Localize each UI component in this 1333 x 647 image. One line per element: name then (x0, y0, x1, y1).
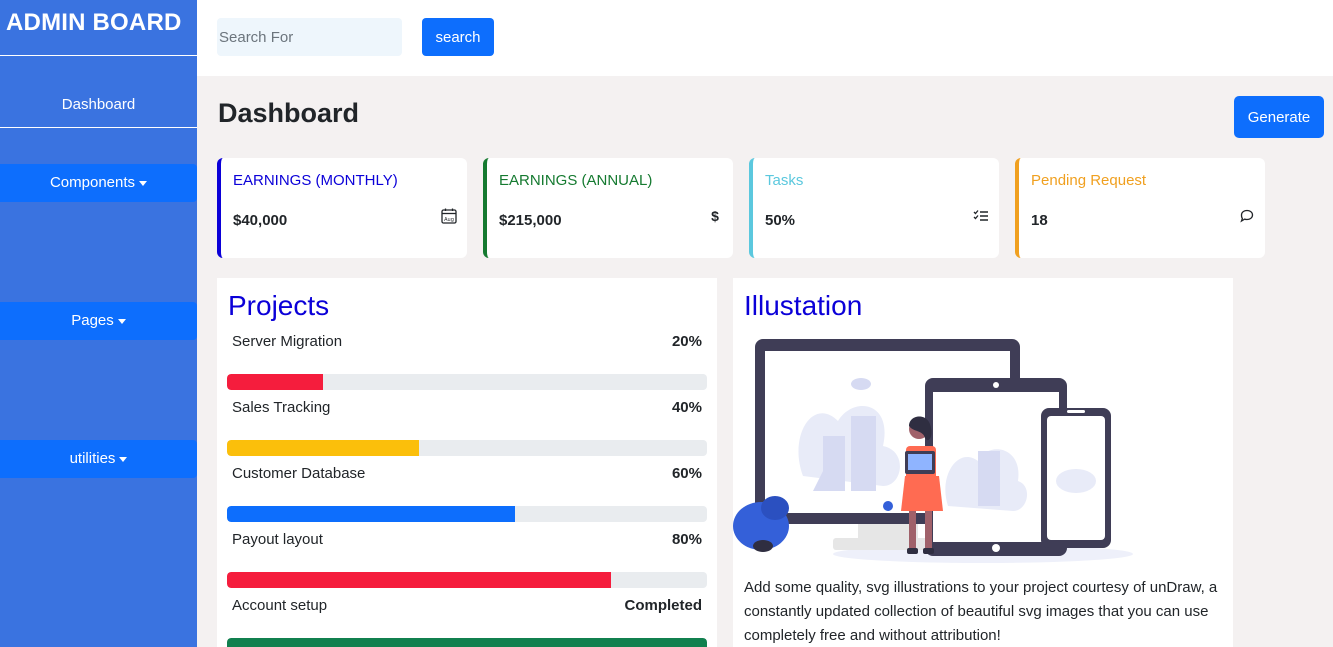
project-name: Sales Tracking (232, 399, 331, 416)
projects-panel: Projects Server Migration 20% Sales Trac… (217, 278, 717, 647)
sidebar-item-label: utilities (69, 450, 116, 467)
card-label: Tasks (765, 172, 804, 189)
calendar-icon: Aug (441, 208, 457, 224)
progress-fill (227, 638, 707, 647)
card-label: Pending Request (1031, 172, 1147, 189)
progress-fill (227, 572, 611, 588)
tasks-card: Tasks 50% (749, 158, 999, 258)
card-label: EARNINGS (ANNUAL) (499, 172, 653, 189)
devices-illustration (733, 339, 1133, 563)
illustration-panel: Illustation Add some quality, svg illust… (733, 278, 1233, 647)
search-input[interactable] (217, 18, 402, 56)
project-percent: 60% (671, 465, 702, 482)
sidebar-item-dashboard[interactable]: Dashboard (0, 84, 197, 128)
project-percent: Completed (624, 597, 702, 614)
project-percent: 40% (671, 399, 702, 416)
checklist-icon (973, 208, 989, 224)
project-name: Customer Database (232, 465, 366, 482)
illustration-title: Illustation (744, 290, 863, 321)
progress-bar (227, 506, 707, 522)
progress-bar (227, 638, 707, 647)
card-label: EARNINGS (MONTHLY) (233, 172, 398, 189)
card-value: $40,000 (233, 212, 288, 229)
search-button[interactable]: search (422, 18, 494, 56)
progress-bar (227, 440, 707, 456)
project-name: Account setup (232, 597, 328, 614)
sidebar-item-pages[interactable]: Pages (0, 302, 197, 340)
card-value: 50% (765, 212, 796, 229)
topbar: search (197, 0, 1333, 76)
sidebar-item-components[interactable]: Components (0, 164, 197, 202)
sidebar-item-label: Components (49, 174, 136, 191)
dollar-icon: $ (711, 208, 719, 224)
chat-icon (1239, 208, 1255, 224)
page-title: Dashboard (218, 98, 360, 128)
progress-fill (227, 440, 419, 456)
earnings-annual-card: EARNINGS (ANNUAL) $215,000 $ (483, 158, 733, 258)
progress-bar (227, 374, 707, 390)
project-percent: 80% (671, 531, 702, 548)
sidebar-item-label: Pages (71, 312, 114, 329)
caret-down-icon (117, 318, 126, 324)
progress-fill (227, 506, 515, 522)
progress-fill (227, 374, 323, 390)
sidebar: ADMIN BOARD Dashboard Components Pages u… (0, 0, 197, 647)
sidebar-item-utilities[interactable]: utilities (0, 440, 197, 478)
project-percent: 20% (671, 333, 702, 350)
projects-title: Projects (228, 290, 330, 321)
earnings-monthly-card: EARNINGS (MONTHLY) $40,000 Aug (217, 158, 467, 258)
svg-text:Aug: Aug (444, 217, 454, 223)
card-value: $215,000 (499, 212, 562, 229)
progress-bar (227, 572, 707, 588)
brand-title[interactable]: ADMIN BOARD (0, 0, 197, 56)
caret-down-icon (119, 456, 128, 462)
generate-button[interactable]: Generate (1234, 96, 1324, 138)
pending-request-card: Pending Request 18 (1015, 158, 1265, 258)
illustration-description: Add some quality, svg illustrations to y… (744, 579, 1218, 644)
card-value: 18 (1031, 212, 1048, 229)
project-name: Payout layout (232, 531, 323, 548)
project-name: Server Migration (232, 333, 343, 350)
caret-down-icon (139, 180, 148, 186)
